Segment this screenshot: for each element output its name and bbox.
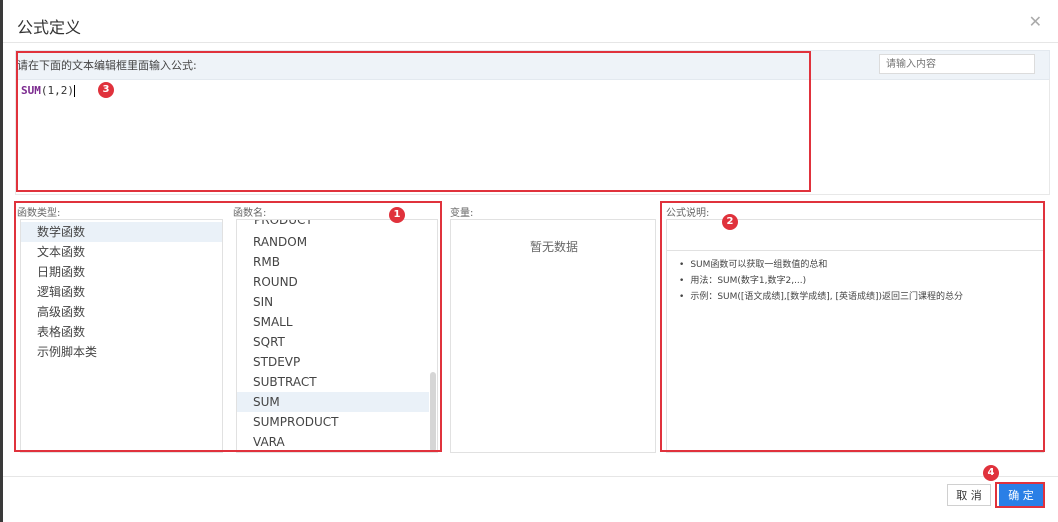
cancel-button[interactable]: 取 消 bbox=[947, 484, 991, 506]
variables-label: 变量: bbox=[450, 208, 474, 219]
search-input[interactable] bbox=[879, 54, 1035, 74]
annotation-badge-4: 4 bbox=[983, 465, 999, 481]
annotation-box-2 bbox=[660, 201, 1045, 452]
annotation-badge-3: 3 bbox=[98, 82, 114, 98]
annotation-box-3 bbox=[16, 51, 811, 192]
annotation-badge-1: 1 bbox=[389, 207, 405, 223]
close-icon[interactable]: ✕ bbox=[1029, 12, 1042, 31]
annotation-box-4 bbox=[995, 482, 1045, 508]
footer-divider bbox=[3, 476, 1058, 477]
formula-dialog: 公式定义 ✕ 请在下面的文本编辑框里面输入公式: SUM(1,2) 函数类型: … bbox=[3, 0, 1058, 522]
title-divider bbox=[3, 42, 1058, 43]
annotation-badge-2: 2 bbox=[722, 214, 738, 230]
annotation-box-1 bbox=[14, 201, 442, 452]
dialog-title: 公式定义 bbox=[17, 18, 82, 37]
variables-empty-text: 暂无数据 bbox=[530, 240, 579, 254]
